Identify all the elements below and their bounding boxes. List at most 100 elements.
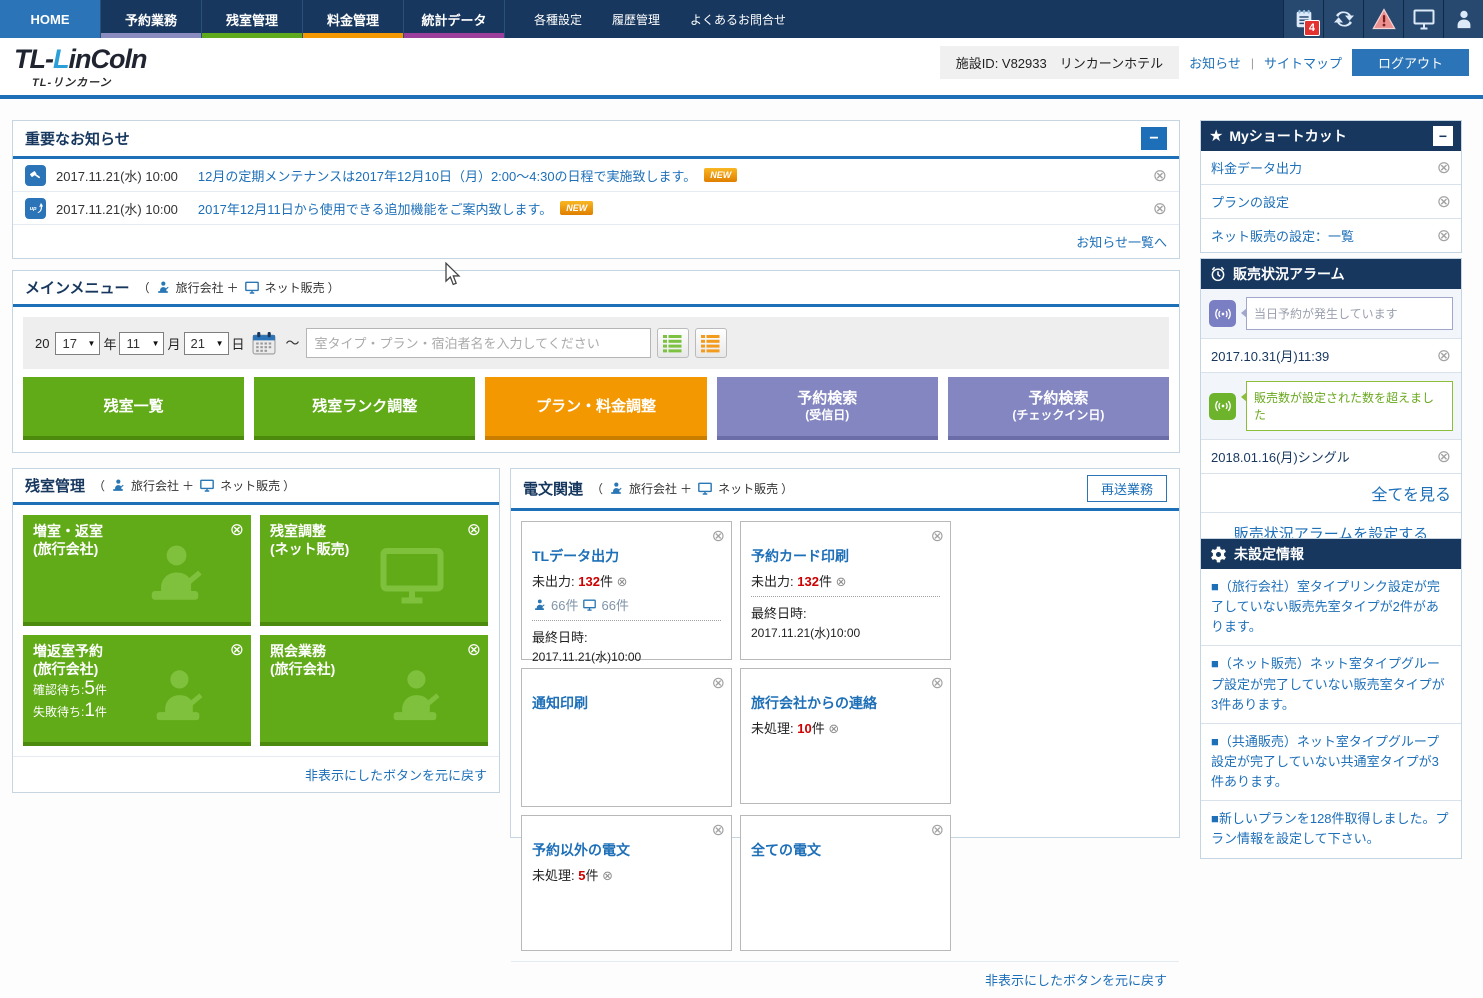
status-close-icon[interactable]: ⊗ — [828, 721, 839, 736]
shortcut-close-icon[interactable]: ⊗ — [1437, 227, 1451, 244]
search-input[interactable] — [306, 328, 651, 358]
remaining-rooms-button[interactable]: 残室一覧 — [23, 377, 244, 440]
svg-text:up: up — [29, 206, 36, 212]
sitemap-link[interactable]: サイトマップ — [1264, 53, 1342, 72]
shortcut-close-icon[interactable]: ⊗ — [1437, 159, 1451, 176]
plan-rate-adjust-button[interactable]: プラン・料金調整 — [485, 377, 706, 440]
tile-close-icon[interactable]: ⊗ — [230, 640, 244, 660]
card-non-reservation-telegram[interactable]: ⊗ 予約以外の電文 未処理: 5件 ⊗ — [521, 815, 732, 951]
nav-link-history[interactable]: 履歴管理 — [597, 11, 675, 28]
unset-info-item[interactable]: ■（旅行会社）室タイプリンク設定が完了していない販売先室タイプが2件があります。 — [1201, 569, 1461, 646]
tab-rate-management[interactable]: 料金管理 — [303, 0, 404, 38]
shortcuts-minimize-button[interactable]: − — [1433, 126, 1453, 146]
card-close-icon[interactable]: ⊗ — [931, 526, 944, 546]
news-link[interactable]: 2017年12月11日から使用できる追加機能をご案内致します。 — [198, 199, 552, 218]
news-close-icon[interactable]: ⊗ — [1153, 167, 1167, 184]
card-notification-print[interactable]: ⊗ 通知印刷 — [521, 668, 732, 807]
reservation-search-checkin-button[interactable]: 予約検索(チェックイン日) — [948, 377, 1169, 440]
month-select[interactable]: 11▼ — [119, 332, 164, 355]
tile-add-return-rooms[interactable]: 増室・返室 (旅行会社) ⊗ — [23, 515, 251, 626]
brand-logo[interactable]: TL-LinColn TL-リンカーン — [14, 44, 146, 90]
telegram-panel: 電文関連 （ 旅行会社＋ ネット販売） 再送業務 ⊗ TLデータ出力 未出力: … — [510, 468, 1180, 838]
news-minimize-button[interactable]: − — [1141, 127, 1167, 150]
nav-icon-group: 4 — [1283, 0, 1483, 38]
year-select[interactable]: 17▼ — [55, 332, 100, 355]
tab-reservation[interactable]: 予約業務 — [101, 0, 202, 38]
card-close-icon[interactable]: ⊗ — [712, 526, 725, 546]
orange-list-button[interactable] — [695, 328, 727, 358]
tile-close-icon[interactable]: ⊗ — [467, 520, 481, 540]
shortcut-close-icon[interactable]: ⊗ — [1437, 193, 1451, 210]
card-status: 未処理: 5件 ⊗ — [532, 865, 721, 884]
unset-info-item[interactable]: ■（ネット販売）ネット室タイプグループ設定が完了していない販売室タイプが3件あり… — [1201, 646, 1461, 723]
news-link[interactable]: 12月の定期メンテナンスは2017年12月10日（月）2:00～4:30の日程で… — [198, 166, 696, 185]
refresh-button[interactable] — [1323, 0, 1363, 38]
alarm-see-all-link[interactable]: 全てを見る — [1371, 487, 1451, 504]
telegram-restore-link[interactable]: 非表示にしたボタンを元に戻す — [985, 973, 1167, 988]
alarm-title: 販売状況アラーム — [1233, 264, 1345, 284]
month-label: 月 — [167, 334, 180, 353]
day-select[interactable]: 21▼ — [184, 332, 229, 355]
card-close-icon[interactable]: ⊗ — [712, 673, 725, 693]
agency-icon — [608, 482, 624, 495]
tile-sublabel: (旅行会社) — [33, 541, 241, 559]
card-title: 全ての電文 — [751, 840, 940, 860]
agency-icon — [155, 281, 171, 294]
user-button[interactable] — [1443, 0, 1483, 38]
memo-button[interactable]: 4 — [1283, 0, 1323, 38]
alarm-entry-link[interactable]: 2018.01.16(月)シングル — [1211, 447, 1350, 466]
resend-button[interactable]: 再送業務 — [1087, 475, 1167, 502]
refresh-icon — [1332, 7, 1356, 31]
net-icon — [697, 482, 713, 495]
news-list-link[interactable]: お知らせ一覧へ — [1076, 235, 1167, 250]
tile-inquiry-work[interactable]: 照会業務 (旅行会社) ⊗ — [260, 635, 488, 746]
card-close-icon[interactable]: ⊗ — [712, 820, 725, 840]
tile-label: 照会業務 — [270, 643, 478, 661]
new-badge: NEW — [704, 168, 737, 182]
shortcut-link-net-sales-settings[interactable]: ネット販売の設定：一覧 — [1211, 226, 1354, 245]
status-close-icon[interactable]: ⊗ — [836, 574, 847, 589]
news-title: 重要なお知らせ — [25, 128, 130, 149]
card-close-icon[interactable]: ⊗ — [931, 673, 944, 693]
search-toolbar: 20 17▼ 年 11▼ 月 21▼ 日 ～ — [23, 317, 1169, 369]
notice-link[interactable]: お知らせ — [1189, 53, 1241, 72]
card-agency-contact[interactable]: ⊗ 旅行会社からの連絡 未処理: 10件 ⊗ — [740, 668, 951, 804]
tab-statistics[interactable]: 統計データ — [404, 0, 505, 38]
status-close-icon[interactable]: ⊗ — [602, 868, 613, 883]
alert-button[interactable] — [1363, 0, 1403, 38]
unset-info-item[interactable]: ■（共通販売）ネット室タイプグループ設定が完了していない共通室タイプが3件ありま… — [1201, 724, 1461, 801]
reservation-search-received-button[interactable]: 予約検索(受信日) — [717, 377, 938, 440]
tab-home[interactable]: HOME — [0, 0, 101, 38]
card-reservation-card-print[interactable]: ⊗ 予約カード印刷 未出力: 132件 ⊗ 最終日時: 2017.11.21(水… — [740, 521, 951, 660]
alarm-close-icon[interactable]: ⊗ — [1437, 347, 1451, 364]
star-icon: ★ — [1209, 126, 1223, 146]
logout-button[interactable]: ログアウト — [1352, 49, 1469, 76]
calendar-button[interactable] — [252, 331, 276, 355]
tile-close-icon[interactable]: ⊗ — [467, 640, 481, 660]
shortcut-link-rate-data[interactable]: 料金データ出力 — [1211, 158, 1302, 177]
tile-add-return-reservation[interactable]: 増返室予約 (旅行会社) 確認待ち:5件 失敗待ち:1件 ⊗ — [23, 635, 251, 746]
news-close-icon[interactable]: ⊗ — [1153, 200, 1167, 217]
nav-link-settings[interactable]: 各種設定 — [519, 11, 597, 28]
shortcut-link-plan-settings[interactable]: プランの設定 — [1211, 192, 1289, 211]
card-title: 予約以外の電文 — [532, 840, 721, 860]
nav-link-faq[interactable]: よくあるお問合せ — [675, 11, 801, 28]
card-tl-data-output[interactable]: ⊗ TLデータ出力 未出力: 132件 ⊗ 66件 66件 最終日時: 2017… — [521, 521, 732, 660]
card-all-telegrams[interactable]: ⊗ 全ての電文 — [740, 815, 951, 951]
tile-room-adjust-net[interactable]: 残室調整 (ネット販売) ⊗ — [260, 515, 488, 626]
last-date-value: 2017.11.21(水)10:00 — [532, 648, 721, 665]
last-date-label: 最終日時: — [751, 603, 940, 622]
alarm-entry-link[interactable]: 2017.10.31(月)11:39 — [1211, 346, 1329, 365]
card-close-icon[interactable]: ⊗ — [931, 820, 944, 840]
broadcast-icon-green — [1209, 393, 1236, 420]
tile-close-icon[interactable]: ⊗ — [230, 520, 244, 540]
monitor-button[interactable] — [1403, 0, 1443, 38]
my-shortcuts-panel: ★ Myショートカット − 料金データ出力 ⊗ プランの設定 ⊗ ネット販売の設… — [1200, 120, 1462, 253]
green-list-button[interactable] — [657, 328, 689, 358]
status-close-icon[interactable]: ⊗ — [617, 574, 628, 589]
unset-info-item[interactable]: ■新しいプランを128件取得しました。プラン情報を設定して下さい。 — [1201, 801, 1461, 857]
room-restore-link[interactable]: 非表示にしたボタンを元に戻す — [305, 768, 487, 783]
alarm-close-icon[interactable]: ⊗ — [1437, 448, 1451, 465]
room-rank-adjust-button[interactable]: 残室ランク調整 — [254, 377, 475, 440]
tab-room-inventory[interactable]: 残室管理 — [202, 0, 303, 38]
